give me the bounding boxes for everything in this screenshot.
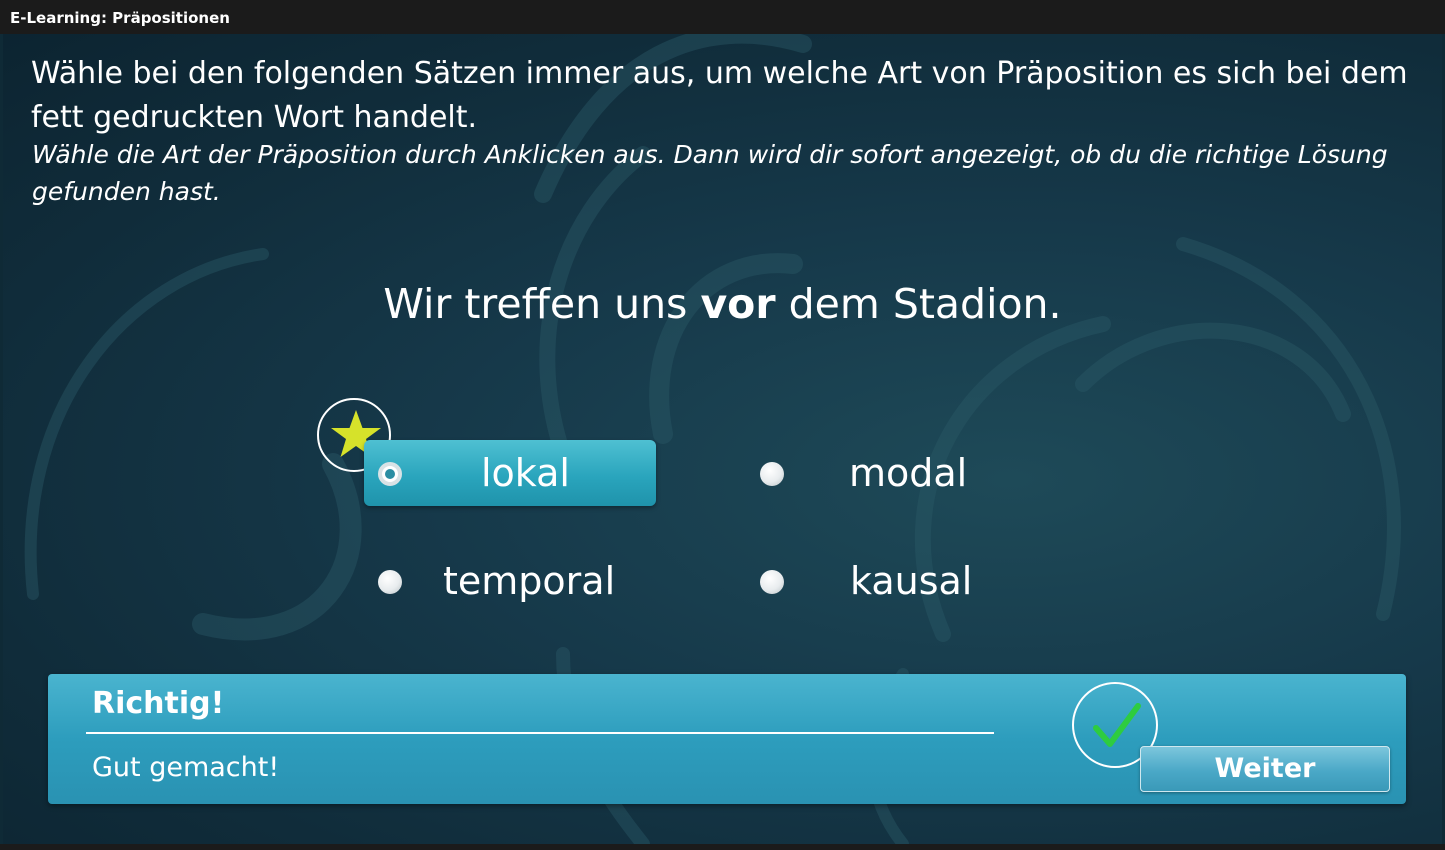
question-sentence: Wir treffen uns vor dem Stadion. <box>3 276 1442 332</box>
feedback-divider <box>86 732 994 734</box>
weiter-button[interactable]: Weiter <box>1140 746 1390 792</box>
instruction-hint: Wähle die Art der Präposition durch Ankl… <box>32 140 1388 206</box>
radio-kausal[interactable] <box>760 570 784 594</box>
option-label-lokal: lokal <box>481 451 570 495</box>
window-title: E-Learning: Präpositionen <box>0 0 1445 34</box>
sentence-highlight-word: vor <box>700 280 776 328</box>
feedback-message: Gut gemacht! <box>92 752 280 783</box>
window-bottom-border <box>0 844 1445 850</box>
app-window: E-Learning: Präpositionen Wähle bei den … <box>0 0 1445 850</box>
option-label-kausal: kausal <box>850 559 973 603</box>
radio-lokal[interactable] <box>378 462 402 486</box>
sentence-after: dem Stadion. <box>775 280 1062 328</box>
sentence-before: Wir treffen uns <box>383 280 701 328</box>
option-lokal[interactable]: lokal <box>364 440 656 506</box>
option-kausal[interactable]: kausal <box>760 548 1020 614</box>
option-label-temporal: temporal <box>443 559 616 603</box>
option-temporal[interactable]: temporal <box>378 548 668 614</box>
feedback-title: Richtig! <box>92 686 225 721</box>
option-label-modal: modal <box>849 451 968 495</box>
radio-modal[interactable] <box>760 462 784 486</box>
instruction-text: Wähle bei den folgenden Sätzen immer aus… <box>31 56 1408 135</box>
radio-temporal[interactable] <box>378 570 402 594</box>
feedback-panel: Richtig! Gut gemacht! Weiter <box>48 674 1406 804</box>
option-modal[interactable]: modal <box>760 440 1020 506</box>
exercise-stage: Wähle bei den folgenden Sätzen immer aus… <box>3 34 1442 844</box>
